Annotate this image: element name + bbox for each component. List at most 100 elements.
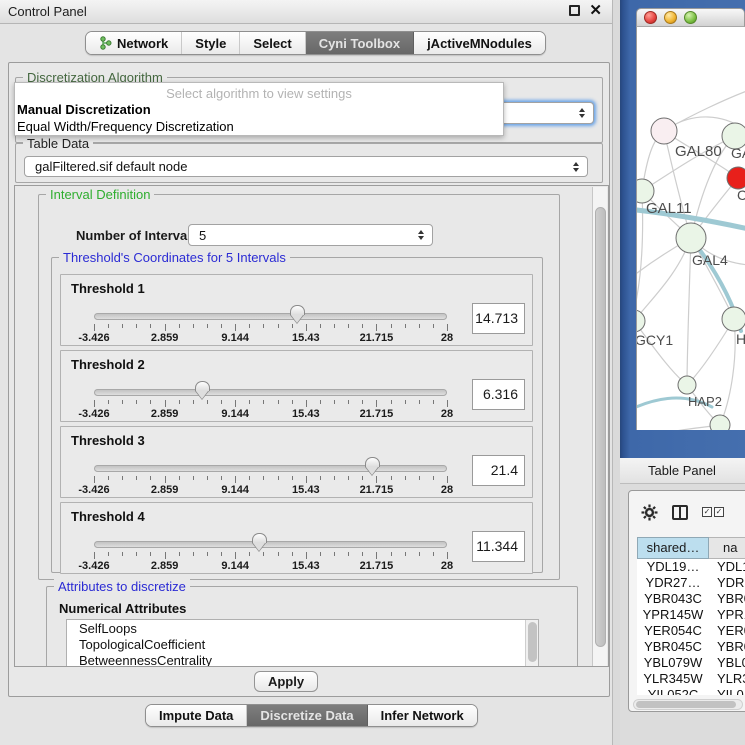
table-row[interactable]: YDR27…YDR2: [637, 575, 745, 591]
close-icon[interactable]: ✕: [589, 5, 602, 16]
tab-select[interactable]: Select: [240, 32, 305, 54]
table-row[interactable]: YLR345WYLR3: [637, 671, 745, 687]
attribute-list-item[interactable]: SelfLoops: [67, 620, 538, 636]
table-row[interactable]: YBR043CYBR0: [637, 591, 745, 607]
table-row[interactable]: YER054CYER0: [637, 623, 745, 639]
close-traffic-icon[interactable]: [644, 11, 657, 24]
table-row[interactable]: YPR145WYPR1: [637, 607, 745, 623]
zoom-traffic-icon[interactable]: [684, 11, 697, 24]
table-row[interactable]: YIL052CYIL0: [637, 687, 745, 695]
network-node-gcy1[interactable]: [637, 310, 645, 332]
cell-name[interactable]: YIL0: [709, 687, 745, 695]
slider-tick-labels: -3.4262.8599.14415.4321.71528: [94, 332, 447, 344]
slider-thumb[interactable]: [195, 381, 210, 391]
network-node-h[interactable]: [722, 307, 745, 331]
cell-shared-name[interactable]: YDL19…: [637, 559, 709, 575]
column-header-shared-name[interactable]: shared…: [637, 537, 709, 559]
cell-name[interactable]: YBL0: [709, 655, 745, 671]
minimize-traffic-icon[interactable]: [664, 11, 677, 24]
table-data-combo[interactable]: galFiltered.sif default node: [24, 156, 588, 177]
tab-label: Select: [253, 36, 291, 51]
slider-thumb[interactable]: [365, 457, 380, 467]
cell-name[interactable]: YBR0: [709, 639, 745, 655]
threshold-slider[interactable]: -3.4262.8599.14415.4321.71528: [94, 275, 447, 347]
list-scrollbar-thumb[interactable]: [528, 622, 537, 662]
table-panel-titlebar: Table Panel: [620, 458, 745, 484]
threshold-slider[interactable]: -3.4262.8599.14415.4321.71528: [94, 503, 447, 575]
tab-style[interactable]: Style: [182, 32, 240, 54]
tab-discretize-data[interactable]: Discretize Data: [247, 705, 367, 726]
cell-shared-name[interactable]: YBL079W: [637, 655, 709, 671]
threshold-panel-4: Threshold 4-3.4262.8599.14415.4321.71528…: [60, 502, 533, 574]
tab-network[interactable]: Network: [86, 32, 182, 54]
cell-name[interactable]: YBR0: [709, 591, 745, 607]
cell-shared-name[interactable]: YBR045C: [637, 639, 709, 655]
number-of-intervals-combo[interactable]: 5: [188, 224, 433, 246]
table-row[interactable]: YBL079WYBL0: [637, 655, 745, 671]
tab-impute-data[interactable]: Impute Data: [146, 705, 247, 726]
table-panel-area: ✓ ✓ shared… na YDL19…YDL1YDR27…YDR2YBR04…: [620, 484, 745, 745]
network-canvas[interactable]: GAL80GACGAL11GAL4GCY1HHAP2: [636, 27, 745, 430]
slider-track[interactable]: [94, 313, 447, 320]
threshold-slider[interactable]: -3.4262.8599.14415.4321.71528: [94, 351, 447, 423]
select-columns-icon[interactable]: ✓ ✓: [702, 507, 724, 517]
table-row[interactable]: YBR045CYBR0: [637, 639, 745, 655]
network-window[interactable]: GAL80GACGAL11GAL4GCY1HHAP2: [636, 8, 745, 430]
tab-label: Infer Network: [381, 708, 464, 723]
network-node[interactable]: [710, 415, 730, 430]
slider-ticks: [94, 476, 447, 484]
algorithm-option-manual[interactable]: Manual Discretization: [15, 101, 503, 118]
gear-icon[interactable]: [641, 504, 658, 521]
attribute-list-item[interactable]: TopologicalCoefficient: [67, 636, 538, 652]
threshold-value-field[interactable]: 6.316: [472, 379, 525, 410]
cell-shared-name[interactable]: YBR043C: [637, 591, 709, 607]
viewport-scrollbar-thumb[interactable]: [595, 207, 606, 647]
threshold-value-field[interactable]: 11.344: [472, 531, 525, 562]
tab-infer-network[interactable]: Infer Network: [368, 705, 477, 726]
cell-shared-name[interactable]: YDR27…: [637, 575, 709, 591]
slider-track[interactable]: [94, 389, 447, 396]
table-h-scrollbar-thumb[interactable]: [636, 701, 736, 708]
combo-arrows-icon: [418, 230, 424, 240]
viewport-scrollbar[interactable]: [592, 187, 607, 667]
cell-shared-name[interactable]: YER054C: [637, 623, 709, 639]
apply-button[interactable]: Apply: [254, 671, 318, 692]
slider-thumb[interactable]: [252, 533, 267, 543]
threshold-slider[interactable]: -3.4262.8599.14415.4321.71528: [94, 427, 447, 499]
threshold-panel-2: Threshold 2-3.4262.8599.14415.4321.71528…: [60, 350, 533, 422]
slider-thumb[interactable]: [290, 305, 305, 315]
table-row[interactable]: YDL19…YDL1: [637, 559, 745, 575]
cell-shared-name[interactable]: YIL052C: [637, 687, 709, 695]
tab-jactivemnodules[interactable]: jActiveMNodules: [414, 32, 545, 54]
list-scrollbar[interactable]: [525, 620, 538, 667]
column-header-name[interactable]: na: [709, 537, 745, 559]
slider-track[interactable]: [94, 541, 447, 548]
threshold-value-field[interactable]: 14.713: [472, 303, 525, 334]
panel-splitter[interactable]: [612, 0, 620, 745]
network-node-gal4[interactable]: [676, 223, 706, 253]
attribute-list-item[interactable]: BetweennessCentrality: [67, 652, 538, 667]
network-node-gal80[interactable]: [651, 118, 677, 144]
tab-label: Discretize Data: [260, 708, 353, 723]
cell-name[interactable]: YLR3: [709, 671, 745, 687]
float-window-icon[interactable]: [569, 5, 580, 16]
cell-name[interactable]: YDL1: [709, 559, 745, 575]
cell-name[interactable]: YDR2: [709, 575, 745, 591]
network-node-hap2[interactable]: [678, 376, 696, 394]
network-node-label: GAL11: [646, 200, 692, 217]
table-h-scrollbar[interactable]: [633, 699, 743, 710]
slider-tick-labels: -3.4262.8599.14415.4321.71528: [94, 484, 447, 496]
cell-name[interactable]: YPR1: [709, 607, 745, 623]
slider-track[interactable]: [94, 465, 447, 472]
cell-shared-name[interactable]: YPR145W: [637, 607, 709, 623]
columns-icon[interactable]: [672, 505, 688, 520]
network-node-c[interactable]: [727, 167, 745, 189]
cell-shared-name[interactable]: YLR345W: [637, 671, 709, 687]
threshold-value-field[interactable]: 21.4: [472, 455, 525, 486]
network-window-titlebar[interactable]: [636, 8, 745, 27]
cell-name[interactable]: YER0: [709, 623, 745, 639]
algorithm-option-equal-width[interactable]: Equal Width/Frequency Discretization: [15, 118, 503, 135]
tab-cyni-toolbox[interactable]: Cyni Toolbox: [306, 32, 414, 54]
table-data-selected: galFiltered.sif default node: [35, 159, 187, 174]
numerical-attributes-list[interactable]: SelfLoopsTopologicalCoefficientBetweenne…: [66, 619, 539, 667]
